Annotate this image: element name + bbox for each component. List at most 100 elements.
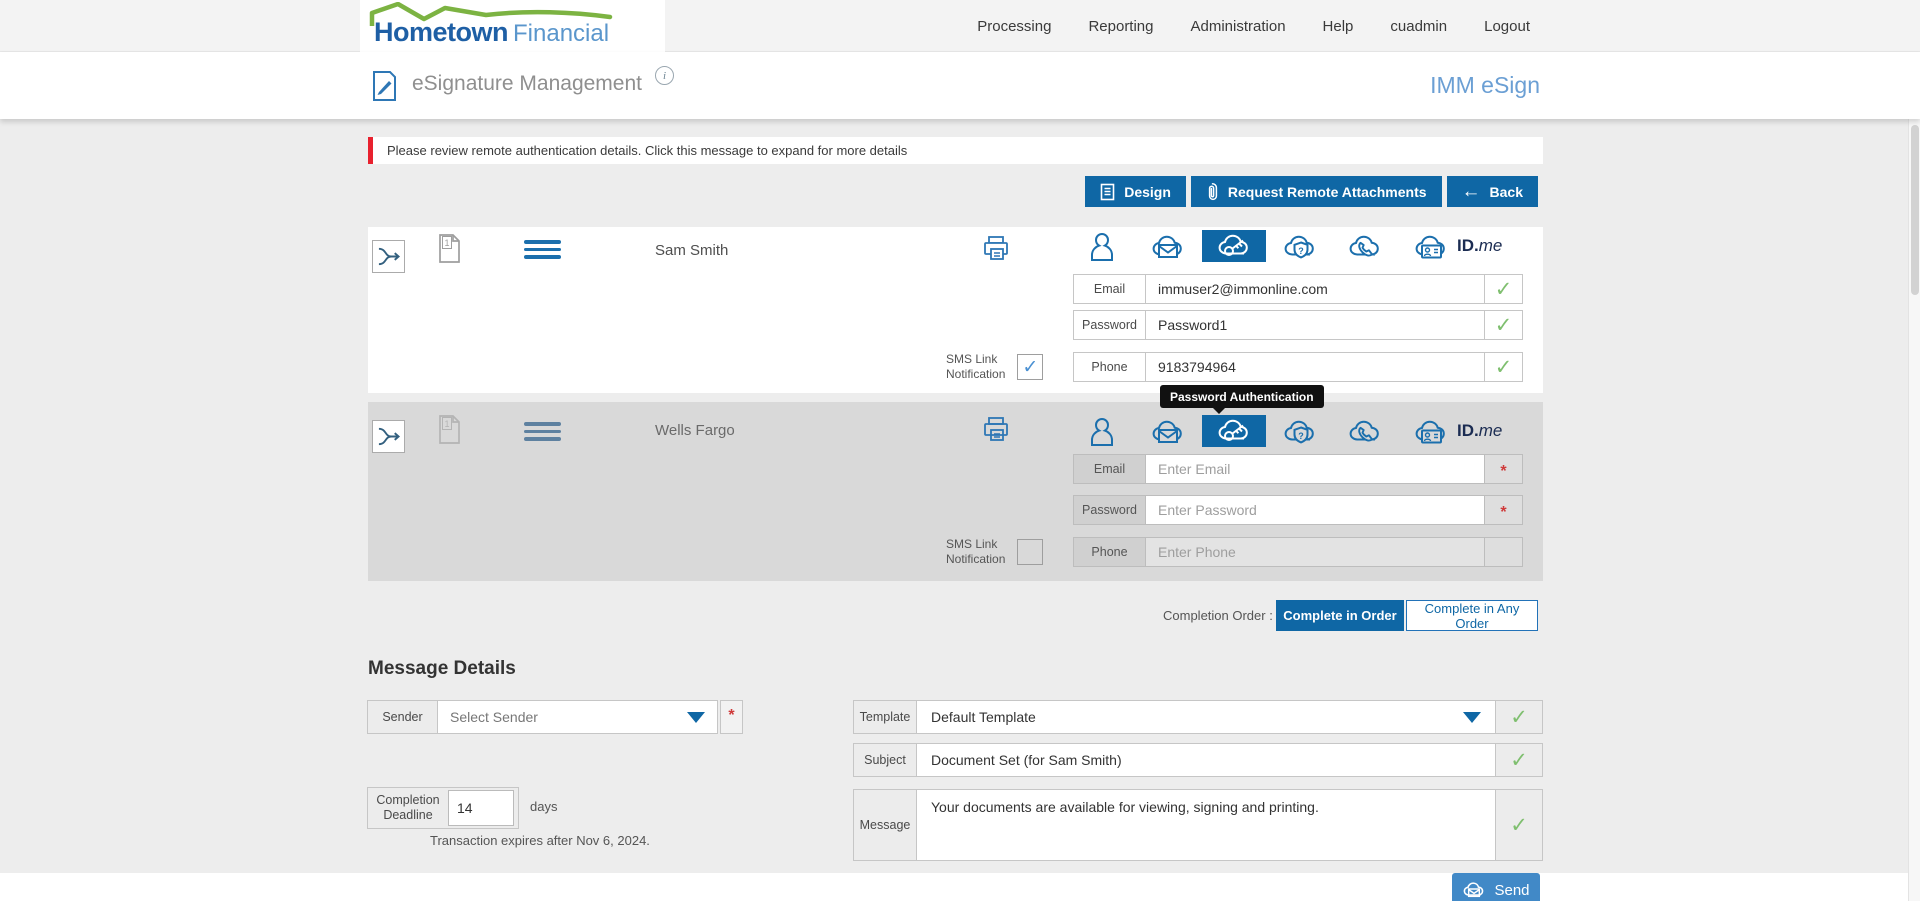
password-input[interactable]	[1146, 311, 1484, 339]
nav-item-administration[interactable]: Administration	[1191, 18, 1286, 35]
password-status-cell	[1484, 496, 1522, 524]
phone-input[interactable]	[1146, 538, 1484, 566]
sms-checkbox-unchecked[interactable]	[1017, 539, 1043, 565]
document-count-icon[interactable]: 1	[436, 414, 463, 445]
printer-icon[interactable]	[981, 234, 1011, 264]
main-nav: Processing Reporting Administration Help…	[977, 0, 1530, 52]
drag-handle-icon[interactable]	[524, 240, 561, 259]
email-status-cell	[1484, 275, 1522, 303]
recipient-person-icon[interactable]	[1089, 416, 1115, 448]
merge-arrow-icon	[376, 245, 401, 268]
valid-check-icon	[1510, 813, 1528, 838]
email-input[interactable]	[1146, 275, 1484, 303]
email-input[interactable]	[1146, 455, 1484, 483]
message-details-heading: Message Details	[368, 658, 516, 680]
recipient-name: Sam Smith	[655, 242, 728, 259]
idme-auth-icon[interactable]: ID.me	[1457, 236, 1502, 256]
security-question-auth-icon[interactable]: ?	[1281, 417, 1319, 447]
required-icon	[1500, 498, 1506, 522]
phone-label: Phone	[1074, 538, 1146, 566]
completion-order-label: Completion Order :	[1163, 600, 1273, 631]
document-count-icon[interactable]: 1	[436, 233, 463, 264]
subject-input-wrap	[916, 743, 1496, 777]
back-arrow-icon	[1462, 182, 1481, 201]
email-auth-icon[interactable]	[1149, 417, 1187, 447]
sms-label: SMS Link Notification	[946, 537, 1005, 567]
drag-handle-icon[interactable]	[524, 422, 561, 441]
phone-label: Phone	[1074, 353, 1146, 381]
phone-auth-icon[interactable]	[1346, 417, 1384, 447]
phone-input[interactable]	[1146, 353, 1484, 381]
sms-label: SMS Link Notification	[946, 352, 1005, 382]
email-field-row: Email	[1073, 274, 1523, 304]
hometown-logo[interactable]: HometownFinancial	[360, 0, 665, 52]
request-remote-attachments-button[interactable]: Request Remote Attachments	[1191, 176, 1442, 207]
phone-field-row: Phone	[1073, 352, 1523, 382]
email-field-row: Email	[1073, 454, 1523, 484]
back-button[interactable]: Back	[1447, 176, 1538, 207]
required-icon	[1500, 457, 1506, 481]
deadline-days-input[interactable]	[448, 790, 514, 826]
brand-suffix: Financial	[513, 20, 609, 47]
design-button[interactable]: Design	[1085, 176, 1186, 207]
valid-check-icon	[1510, 705, 1528, 730]
template-select[interactable]: Default Template	[916, 700, 1496, 734]
sender-required-cell	[720, 700, 743, 734]
recipient-row-wells-fargo: 1 Wells Fargo ? ID.me Email Password	[368, 402, 1543, 581]
password-auth-icon-selected[interactable]	[1202, 230, 1266, 262]
nav-item-processing[interactable]: Processing	[977, 18, 1051, 35]
auth-method-strip: ? ID.me	[1073, 230, 1528, 264]
id-verification-auth-icon[interactable]	[1412, 232, 1450, 262]
action-toolbar: Design Request Remote Attachments Back	[1078, 176, 1538, 207]
info-icon[interactable]: i	[655, 66, 674, 85]
nav-item-reporting[interactable]: Reporting	[1088, 18, 1153, 35]
email-status-cell	[1484, 455, 1522, 483]
password-field-row: Password	[1073, 495, 1523, 525]
scrollbar-track[interactable]	[1908, 119, 1920, 901]
printer-icon[interactable]	[981, 415, 1011, 445]
message-label: Message	[854, 790, 916, 860]
nav-item-help[interactable]: Help	[1323, 18, 1354, 35]
complete-in-order-button[interactable]: Complete in Order	[1276, 600, 1404, 631]
template-status-cell	[1496, 701, 1542, 733]
required-icon	[728, 701, 734, 725]
valid-check-icon	[1510, 748, 1528, 773]
password-auth-tooltip: Password Authentication	[1160, 385, 1324, 408]
phone-status-cell	[1484, 538, 1522, 566]
sender-row: Sender Select Sender	[367, 700, 718, 734]
paperclip-icon	[1206, 182, 1219, 202]
security-question-auth-icon[interactable]: ?	[1281, 232, 1319, 262]
svg-text:?: ?	[1298, 246, 1304, 256]
completion-deadline-row: Completion Deadline	[367, 787, 519, 829]
remote-auth-alert[interactable]: Please review remote authentication deta…	[368, 137, 1543, 164]
nav-item-user[interactable]: cuadmin	[1390, 18, 1447, 35]
sender-select[interactable]: Select Sender	[438, 701, 717, 733]
complete-in-any-order-button[interactable]: Complete in Any Order	[1406, 600, 1538, 631]
merge-arrow-icon	[376, 425, 401, 448]
password-input[interactable]	[1146, 496, 1484, 524]
password-auth-icon-selected[interactable]	[1202, 415, 1266, 447]
phone-auth-icon[interactable]	[1346, 232, 1384, 262]
phone-field-row: Phone	[1073, 537, 1523, 567]
signing-order-button[interactable]	[372, 240, 405, 273]
sms-checkbox-checked[interactable]	[1017, 354, 1043, 380]
idme-auth-icon[interactable]: ID.me	[1457, 421, 1502, 441]
nav-item-logout[interactable]: Logout	[1484, 18, 1530, 35]
template-row: Template Default Template	[853, 700, 1543, 734]
send-button[interactable]: Send	[1452, 873, 1540, 901]
password-label: Password	[1074, 496, 1146, 524]
page-title: eSignature Management	[412, 72, 642, 96]
doc-count-badge: 1	[442, 236, 452, 249]
product-name: IMM eSign	[1430, 72, 1540, 99]
scrollbar-thumb[interactable]	[1911, 125, 1919, 295]
subject-row: Subject	[853, 743, 1543, 777]
signing-order-button[interactable]	[372, 420, 405, 453]
email-auth-icon[interactable]	[1149, 232, 1187, 262]
alert-text: Please review remote authentication deta…	[387, 143, 907, 158]
id-verification-auth-icon[interactable]	[1412, 417, 1450, 447]
page-header: eSignature Management i IMM eSign	[0, 52, 1920, 119]
subject-input[interactable]	[931, 752, 1481, 768]
message-textarea[interactable]: Your documents are available for viewing…	[916, 789, 1496, 861]
recipient-person-icon[interactable]	[1089, 231, 1115, 263]
esign-app-window: HometownFinancial Processing Reporting A…	[0, 0, 1920, 901]
